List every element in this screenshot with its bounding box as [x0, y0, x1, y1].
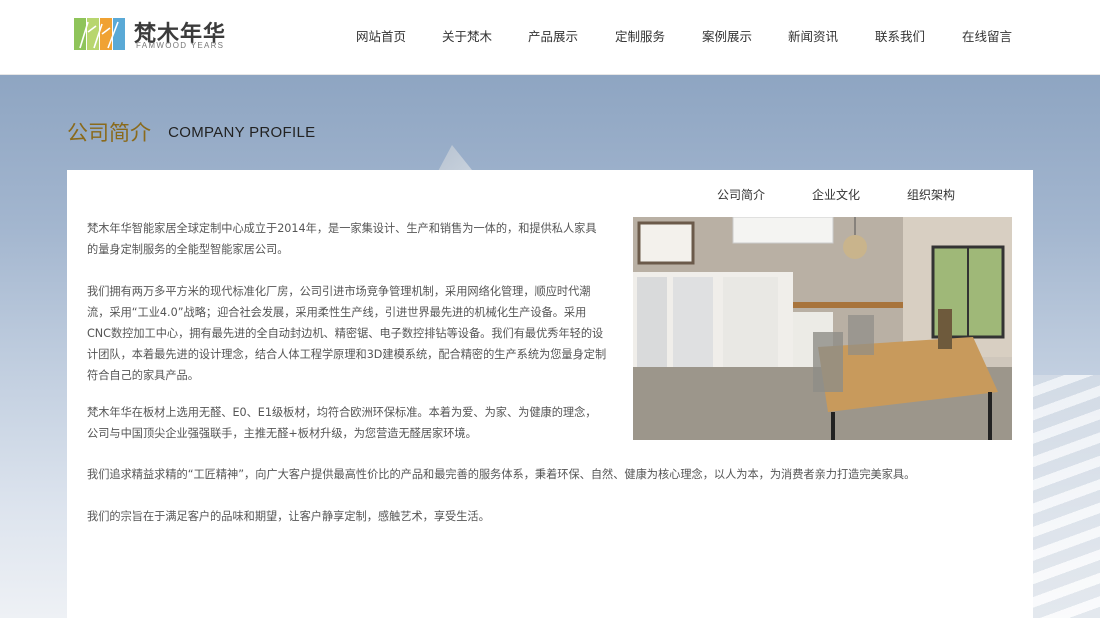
page-title: 公司简介 COMPANY PROFILE — [67, 117, 315, 147]
content-panel: 公司简介 企业文化 组织架构 梵木年华智能家居全球定制中心成立于2014年，是一… — [67, 170, 1033, 618]
page-title-cn: 公司简介 — [67, 121, 151, 145]
logo-branch-icon — [79, 21, 119, 49]
intro-paragraph-3: 梵木年华在板材上选用无醛、E0、E1级板材，均符合欧洲环保标准。本着为爱、为家、… — [87, 406, 597, 440]
subnav-item-structure[interactable]: 组织架构 — [907, 186, 955, 203]
intro-paragraph-4: 我们追求精益求精的“工匠精神”，向广大客户提供最高性价比的产品和最完善的服务体系… — [87, 468, 916, 481]
subnav-item-profile[interactable]: 公司简介 — [717, 186, 765, 203]
nav-item-about[interactable]: 关于梵木 — [442, 26, 492, 45]
kitchen-illustration — [633, 217, 1012, 440]
nav-item-cases[interactable]: 案例展示 — [702, 26, 752, 45]
intro-paragraph-5: 我们的宗旨在于满足客户的品味和期望，让客户静享定制，感触艺术，享受生活。 — [87, 510, 490, 523]
sub-nav: 公司简介 企业文化 组织架构 — [67, 186, 1033, 204]
nav-item-products[interactable]: 产品展示 — [528, 26, 578, 45]
nav-item-news[interactable]: 新闻资讯 — [788, 26, 838, 45]
nav-item-contact[interactable]: 联系我们 — [875, 26, 925, 45]
nav-item-home[interactable]: 网站首页 — [356, 26, 406, 45]
page-title-en: COMPANY PROFILE — [168, 123, 316, 141]
logo-mark-icon — [74, 18, 130, 50]
nav-item-custom[interactable]: 定制服务 — [615, 26, 665, 45]
main-nav: 网站首页 关于梵木 产品展示 定制服务 案例展示 新闻资讯 联系我们 在线留言 — [340, 26, 1040, 46]
intro-paragraph-1: 梵木年华智能家居全球定制中心成立于2014年，是一家集设计、生产和销售为一体的，… — [87, 222, 597, 256]
brand-name-en: FAMWOOD YEARS — [136, 41, 225, 50]
site-header: 梵木年华 FAMWOOD YEARS 网站首页 关于梵木 产品展示 定制服务 案… — [0, 0, 1100, 75]
intro-paragraph-2: 我们拥有两万多平方米的现代标准化厂房，公司引进市场竞争管理机制，采用网络化管理，… — [87, 285, 607, 382]
subnav-item-culture[interactable]: 企业文化 — [812, 186, 860, 203]
brand-logo[interactable]: 梵木年华 FAMWOOD YEARS — [74, 16, 225, 56]
nav-item-message[interactable]: 在线留言 — [962, 26, 1012, 45]
kitchen-photo — [633, 217, 1012, 440]
